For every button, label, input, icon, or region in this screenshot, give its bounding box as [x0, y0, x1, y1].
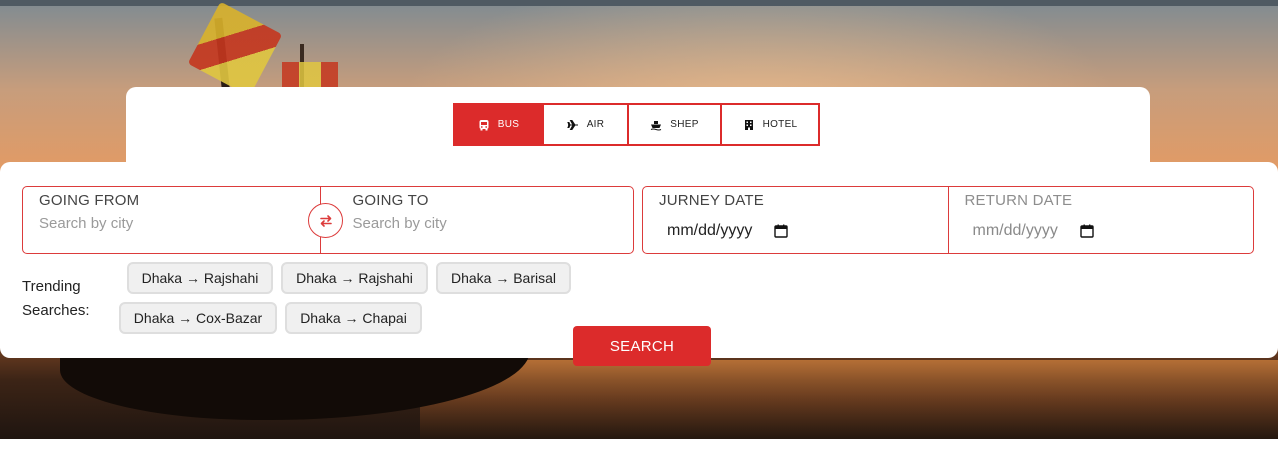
- calendar-icon[interactable]: [774, 224, 789, 238]
- search-button[interactable]: SEARCH: [573, 326, 711, 366]
- airplane-icon: [566, 119, 578, 130]
- return-date-field[interactable]: RETURN DATE mm/dd/yyyy: [947, 187, 1254, 253]
- date-field-group: JURNEY DATE mm/dd/yyyy RETURN DATE mm/dd…: [642, 186, 1254, 254]
- journey-date-field[interactable]: JURNEY DATE mm/dd/yyyy: [643, 187, 948, 253]
- journey-date-label: JURNEY DATE: [659, 192, 764, 209]
- tab-air-label: AIR: [586, 119, 605, 130]
- trending-chip[interactable]: Dhaka → Chapai: [285, 302, 422, 334]
- tab-bus[interactable]: BUS: [453, 103, 544, 146]
- sea-reflection: [420, 360, 1278, 439]
- trending-chip[interactable]: Dhaka → Cox-Bazar: [119, 302, 277, 334]
- top-bar: [0, 0, 1278, 6]
- going-to-input[interactable]: [352, 215, 593, 232]
- ship-icon: [651, 120, 662, 130]
- trending-chip[interactable]: Dhaka → Barisal: [436, 262, 571, 294]
- going-to-label: GOING TO: [352, 192, 429, 209]
- return-date-label: RETURN DATE: [964, 192, 1073, 209]
- tab-bus-label: BUS: [497, 119, 520, 130]
- trending-chip[interactable]: Dhaka → Rajshahi: [127, 262, 273, 294]
- journey-date-input[interactable]: mm/dd/yyyy: [667, 222, 932, 240]
- trending-chip[interactable]: Dhaka → Rajshahi: [281, 262, 428, 294]
- hotel-icon: [744, 119, 753, 130]
- transport-tabs: BUS AIR SHEP HOTEL: [453, 103, 820, 146]
- tab-ship-label: SHEP: [670, 119, 699, 130]
- tab-hotel-label: HOTEL: [762, 119, 798, 130]
- going-from-field[interactable]: GOING FROM: [23, 187, 320, 253]
- swap-cities-button[interactable]: [308, 203, 343, 238]
- boat-flag: [187, 1, 283, 97]
- going-to-field[interactable]: GOING TO: [319, 187, 634, 253]
- tab-air[interactable]: AIR: [542, 103, 629, 146]
- bus-icon: [479, 119, 489, 130]
- swap-arrows-icon: [319, 214, 332, 227]
- trending-searches-label: Trending Searches:: [22, 278, 90, 319]
- journey-date-value: mm/dd/yyyy: [667, 222, 753, 239]
- going-from-input[interactable]: [39, 215, 279, 232]
- calendar-icon[interactable]: [1080, 224, 1094, 238]
- tab-hotel[interactable]: HOTEL: [720, 103, 820, 146]
- return-date-input[interactable]: mm/dd/yyyy: [973, 222, 1238, 240]
- page: BUS AIR SHEP HOTEL GOING FROM GOING TO: [0, 0, 1278, 449]
- tab-ship[interactable]: SHEP: [627, 103, 722, 146]
- going-from-label: GOING FROM: [39, 192, 140, 209]
- return-date-value: mm/dd/yyyy: [972, 222, 1058, 239]
